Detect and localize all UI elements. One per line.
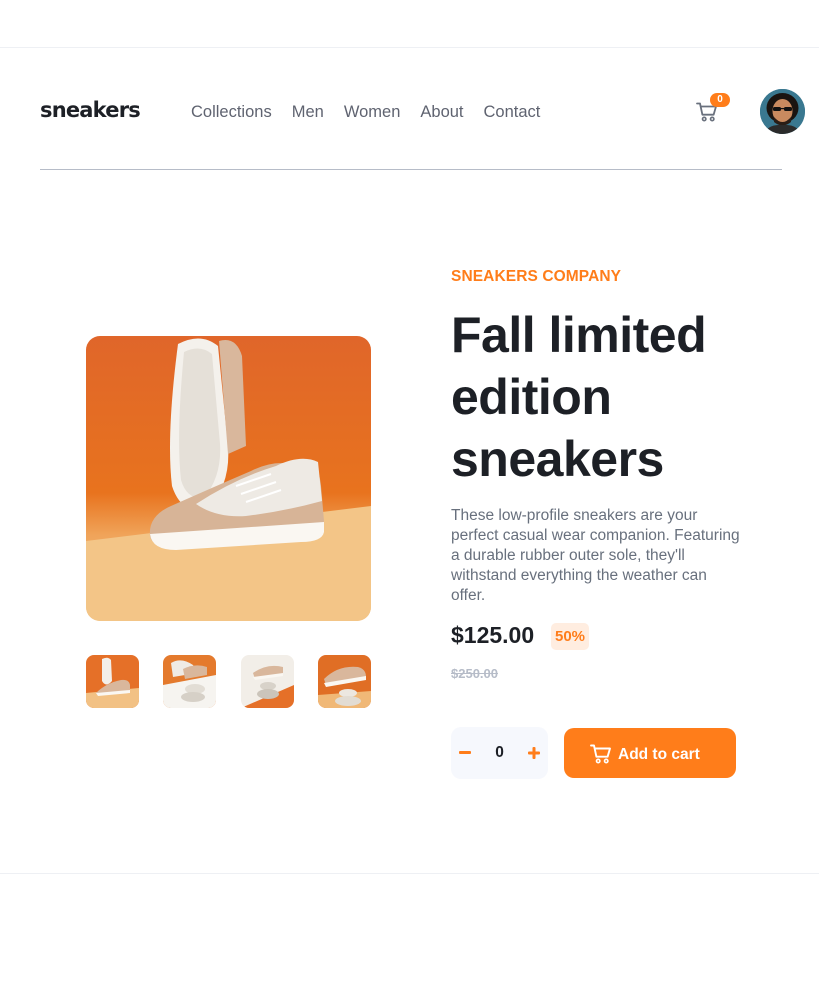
company-label: SNEAKERS COMPANY xyxy=(451,268,622,285)
nav-women[interactable]: Women xyxy=(344,102,401,122)
thumbnail-image xyxy=(318,655,371,708)
original-price: $250.00 xyxy=(451,666,498,681)
avatar[interactable] xyxy=(760,89,805,134)
nav-about[interactable]: About xyxy=(420,102,463,122)
thumbnail-4[interactable] xyxy=(318,655,371,708)
quantity-stepper: 0 xyxy=(451,727,548,779)
quantity-value: 0 xyxy=(495,744,504,761)
thumbnail-image xyxy=(86,655,139,708)
thumbnail-image xyxy=(241,655,294,708)
logo[interactable]: sneakers xyxy=(40,98,141,122)
main-nav: Collections Men Women About Contact xyxy=(191,102,540,122)
nav-contact[interactable]: Contact xyxy=(484,102,541,122)
product-description: These low-profile sneakers are your perf… xyxy=(451,507,740,604)
thumbnail-3[interactable] xyxy=(241,655,294,708)
thumbnail-image xyxy=(163,655,216,708)
nav-collections[interactable]: Collections xyxy=(191,102,272,122)
plus-icon xyxy=(528,747,540,759)
increase-quantity-button[interactable] xyxy=(520,727,548,779)
cart-button[interactable]: 0 xyxy=(694,93,730,128)
nav-men[interactable]: Men xyxy=(292,102,324,122)
product-title: Fall limited edition sneakers xyxy=(451,307,707,487)
avatar-image xyxy=(760,89,805,134)
add-to-cart-label: Add to cart xyxy=(618,746,700,763)
cart-count-badge: 0 xyxy=(710,93,730,107)
thumbnail-1[interactable] xyxy=(86,655,139,708)
cart-icon xyxy=(590,744,611,764)
header-divider xyxy=(40,169,782,170)
current-price: $125.00 xyxy=(451,622,535,648)
bottom-band xyxy=(0,873,819,988)
thumbnail-2[interactable] xyxy=(163,655,216,708)
top-band xyxy=(0,0,819,48)
sneaker-photo xyxy=(86,336,371,621)
add-to-cart-button[interactable]: Add to cart xyxy=(564,728,736,778)
discount-badge: 50% xyxy=(551,623,590,650)
main-product-image[interactable] xyxy=(86,336,371,621)
minus-icon xyxy=(459,751,471,754)
decrease-quantity-button[interactable] xyxy=(451,727,479,779)
